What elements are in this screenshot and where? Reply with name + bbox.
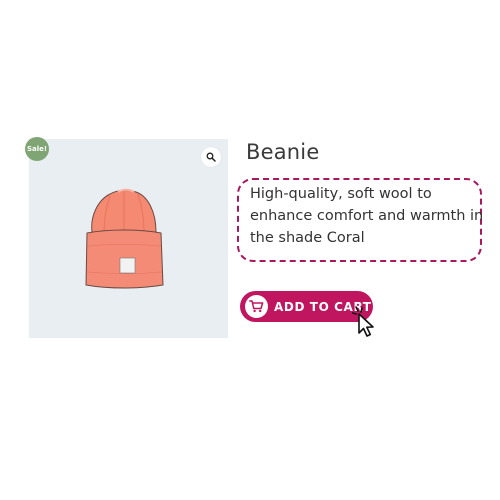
shopping-cart-icon [249,300,264,313]
product-title: Beanie [246,140,320,164]
sale-badge: Sale! [25,137,49,161]
pointer-cursor-icon [352,306,374,337]
cart-icon-circle [245,295,268,318]
zoom-button[interactable] [201,147,221,167]
beanie-image [85,188,164,289]
product-description: High-quality, soft wool to enhance comfo… [250,186,484,246]
magnifier-icon [206,152,216,162]
